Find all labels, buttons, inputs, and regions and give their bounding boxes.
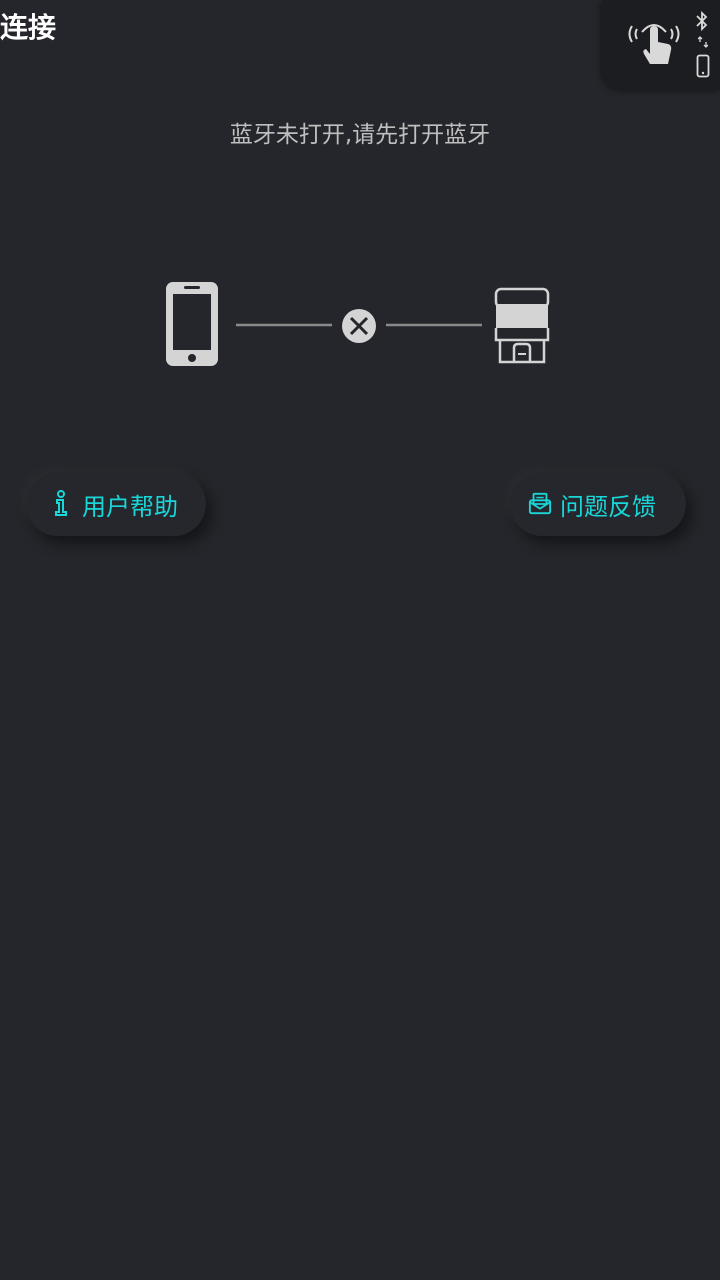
user-help-label: 用户帮助 xyxy=(82,492,178,521)
bluetooth-status-message: 蓝牙未打开,请先打开蓝牙 xyxy=(229,122,491,148)
user-help-button[interactable]: 用户帮助 xyxy=(26,472,206,536)
bluetooth-icon xyxy=(696,10,708,32)
obd-adapter-icon xyxy=(494,287,550,364)
feedback-button[interactable]: 问题反馈 xyxy=(510,472,686,536)
touch-connect-icon[interactable] xyxy=(624,14,684,70)
info-icon xyxy=(55,490,67,516)
feedback-mail-icon xyxy=(528,492,552,515)
page-title: 连接 xyxy=(0,11,57,44)
disconnected-icon xyxy=(342,309,376,343)
connection-diagram xyxy=(166,282,550,366)
feedback-label: 问题反馈 xyxy=(560,492,656,521)
phone-icon xyxy=(166,282,218,366)
transfer-arrows-icon xyxy=(698,36,708,48)
connect-screen: 连接 蓝牙未打开,请先打开蓝牙 用户帮助 问题反馈 xyxy=(0,0,720,1280)
small-phone-icon xyxy=(696,54,710,78)
quick-connect-panel[interactable] xyxy=(602,0,720,90)
